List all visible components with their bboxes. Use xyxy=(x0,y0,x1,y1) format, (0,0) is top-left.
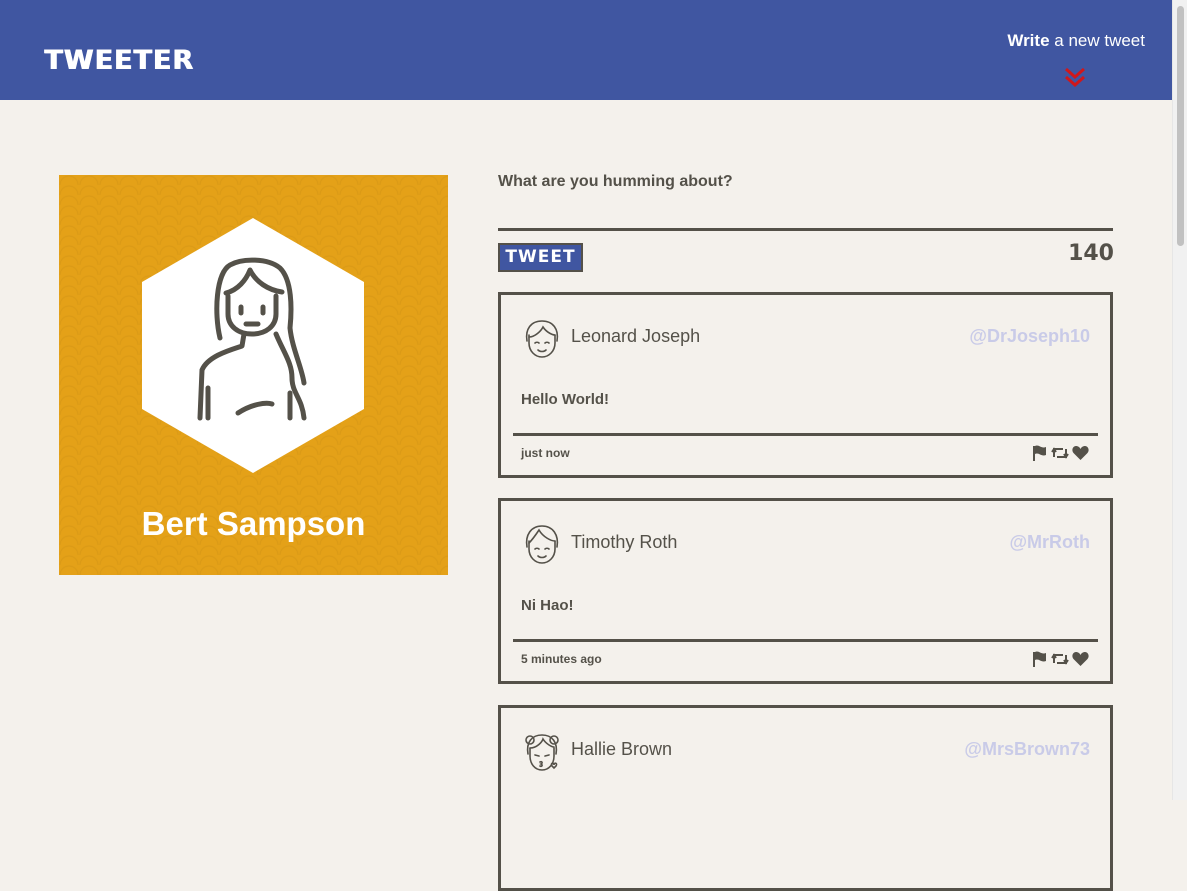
tweet-card: Leonard Joseph @DrJoseph10 Hello World! … xyxy=(498,292,1113,478)
tweet-content: Ni Hao! xyxy=(521,597,574,614)
tweet-author-handle[interactable]: @MrsBrown73 xyxy=(964,739,1090,760)
tweet-timestamp: 5 minutes ago xyxy=(521,652,602,666)
tweet-actions xyxy=(1032,445,1090,461)
tweet-actions xyxy=(1032,651,1090,667)
navbar: TWEETER Write a new tweet xyxy=(0,0,1172,100)
scrollbar-thumb[interactable] xyxy=(1177,6,1184,246)
tweet-divider xyxy=(513,639,1098,642)
retweet-icon[interactable] xyxy=(1051,651,1069,667)
retweet-icon[interactable] xyxy=(1051,445,1069,461)
profile-avatar xyxy=(142,218,364,473)
brand-logo[interactable]: TWEETER xyxy=(44,45,194,76)
tweet-button[interactable]: TWEET xyxy=(498,243,583,272)
profile-card: Bert Sampson xyxy=(59,175,448,575)
page-scrollbar[interactable] xyxy=(1172,0,1187,800)
tweet-card: Timothy Roth @MrRoth Ni Hao! 5 minutes a… xyxy=(498,498,1113,684)
tweet-timestamp: just now xyxy=(521,446,570,460)
write-rest-label: a new tweet xyxy=(1054,31,1145,50)
tweet-textarea[interactable] xyxy=(498,200,1113,231)
double-chevron-down-icon[interactable] xyxy=(1064,66,1086,88)
tweet-author-handle[interactable]: @MrRoth xyxy=(1009,532,1090,553)
male-avatar-icon xyxy=(525,525,559,564)
heart-icon[interactable] xyxy=(1072,445,1089,461)
tweet-author-name: Leonard Joseph xyxy=(571,326,701,346)
write-bold-label: Write xyxy=(1007,31,1050,50)
tweet-content: Hello World! xyxy=(521,391,610,408)
female-avatar-icon xyxy=(525,734,559,771)
heart-icon[interactable] xyxy=(1072,651,1089,667)
tweet-author-name: Timothy Roth xyxy=(571,532,678,552)
tweet-card: Hallie Brown @MrsBrown73 xyxy=(498,705,1113,891)
character-counter: 140 xyxy=(1068,241,1114,266)
write-new-tweet-link[interactable]: Write a new tweet xyxy=(1007,31,1145,51)
tweet-divider xyxy=(513,433,1098,436)
male-avatar-icon xyxy=(525,320,559,358)
flag-icon[interactable] xyxy=(1032,651,1047,667)
tweet-author-name: Hallie Brown xyxy=(571,739,673,759)
flag-icon[interactable] xyxy=(1032,445,1047,461)
profile-name: Bert Sampson xyxy=(141,505,366,542)
tweet-author-handle[interactable]: @DrJoseph10 xyxy=(969,326,1090,347)
composer-label: What are you humming about? xyxy=(498,173,733,190)
